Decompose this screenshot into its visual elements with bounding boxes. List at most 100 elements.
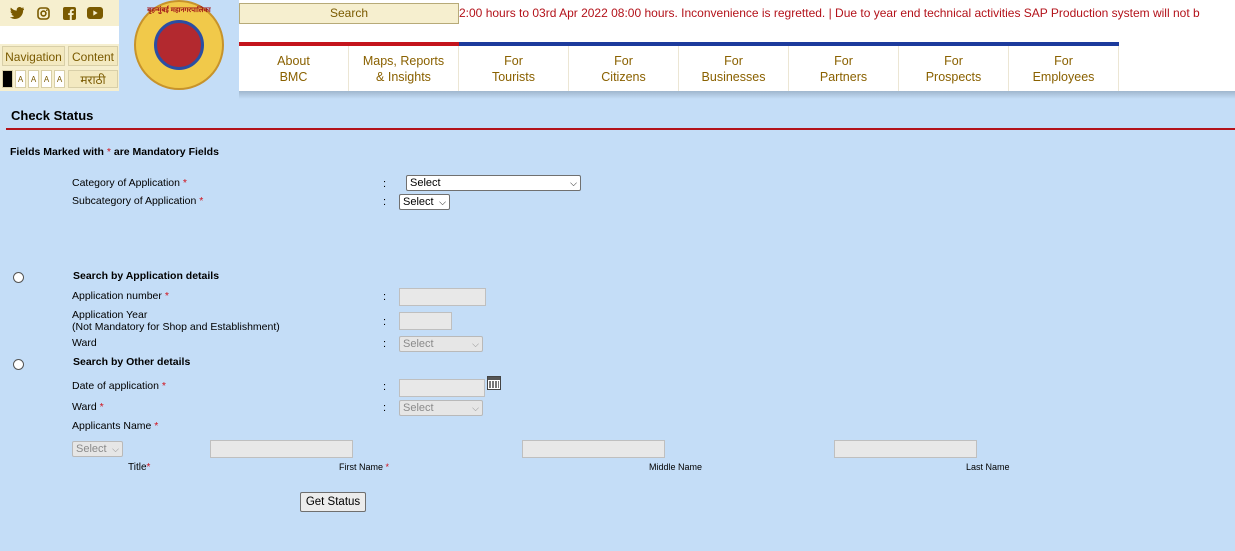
subcategory-select-value: Select bbox=[403, 196, 434, 208]
calendar-icon[interactable] bbox=[487, 376, 501, 390]
required-marker: * bbox=[182, 177, 187, 189]
required-marker: * bbox=[146, 462, 151, 473]
ward-select[interactable]: Select ⌵ bbox=[399, 336, 483, 352]
colon: : bbox=[383, 178, 387, 190]
category-select-value: Select bbox=[410, 177, 441, 189]
colon: : bbox=[383, 291, 387, 303]
last-name-label: Last Name bbox=[966, 462, 1010, 472]
news-ticker[interactable]: 2:00 hours to 03rd Apr 2022 08:00 hours.… bbox=[459, 0, 1235, 26]
facebook-icon[interactable] bbox=[61, 5, 77, 21]
ward-select-2-value: Select bbox=[403, 402, 434, 414]
main-menu: About BMC Maps, Reports & Insights For T… bbox=[239, 46, 1119, 91]
colon: : bbox=[383, 316, 387, 328]
font-size-controls: A A A A bbox=[2, 70, 65, 88]
required-marker: * bbox=[161, 380, 166, 392]
menu-item-partners[interactable]: For Partners bbox=[789, 46, 899, 91]
date-of-application-input[interactable] bbox=[399, 379, 485, 397]
menu-item-prospects[interactable]: For Prospects bbox=[899, 46, 1009, 91]
mandatory-note-text: Fields Marked with bbox=[10, 146, 104, 158]
middle-name-label: Middle Name bbox=[649, 462, 703, 472]
first-name-label: First Name * bbox=[339, 462, 389, 472]
category-select[interactable]: Select ⌵ bbox=[406, 175, 581, 191]
language-toggle-marathi[interactable]: मराठी bbox=[68, 70, 118, 88]
application-number-label: Application number * bbox=[72, 290, 169, 302]
other-section-heading: Search by Other details bbox=[73, 356, 191, 368]
subcategory-label-text: Subcategory of Application bbox=[72, 195, 197, 207]
application-year-input[interactable] bbox=[399, 312, 452, 330]
navigation-button[interactable]: Navigation bbox=[2, 46, 65, 66]
title-select-value: Select bbox=[76, 443, 107, 455]
menu-item-businesses[interactable]: For Businesses bbox=[679, 46, 789, 91]
logo-text: बृहन्मुंबई महानगरपालिका bbox=[147, 7, 211, 14]
title-divider bbox=[6, 128, 1235, 130]
chevron-down-icon: ⌵ bbox=[570, 178, 577, 188]
colon: : bbox=[383, 196, 387, 208]
page-title: Check Status bbox=[11, 108, 94, 123]
application-section-heading: Search by Application details bbox=[73, 270, 220, 282]
font-size-smallest[interactable]: A bbox=[15, 70, 26, 88]
required-marker: * bbox=[154, 420, 159, 432]
search-by-application-radio[interactable] bbox=[13, 272, 24, 283]
ward-select-2[interactable]: Select ⌵ bbox=[399, 400, 483, 416]
menu-item-tourists[interactable]: For Tourists bbox=[459, 46, 569, 91]
first-name-input[interactable] bbox=[210, 440, 353, 458]
twitter-icon[interactable] bbox=[9, 5, 25, 21]
search-by-other-radio[interactable] bbox=[13, 359, 24, 370]
title-label-text: Title bbox=[128, 462, 147, 473]
required-marker: * bbox=[106, 146, 111, 158]
menu-item-citizens[interactable]: For Citizens bbox=[569, 46, 679, 91]
colon: : bbox=[383, 381, 387, 393]
subcategory-label: Subcategory of Application * bbox=[72, 195, 203, 207]
colon: : bbox=[383, 338, 387, 350]
title-select[interactable]: Select ⌵ bbox=[72, 441, 123, 457]
bmc-logo[interactable]: बृहन्मुंबई महानगरपालिका bbox=[134, 0, 224, 90]
contrast-toggle[interactable] bbox=[2, 70, 13, 88]
middle-name-input[interactable] bbox=[522, 440, 665, 458]
social-links bbox=[0, 0, 119, 26]
logo-emblem-icon bbox=[154, 20, 204, 70]
colon: : bbox=[383, 402, 387, 414]
mandatory-note-tail: are Mandatory Fields bbox=[113, 146, 219, 158]
application-year-label-text: Application Year bbox=[72, 309, 148, 321]
menu-item-about-bmc[interactable]: About BMC bbox=[239, 46, 349, 91]
font-size-default[interactable]: A bbox=[41, 70, 52, 88]
instagram-icon[interactable] bbox=[35, 5, 51, 21]
accessibility-panel: Navigation Content A A A A मराठी bbox=[0, 44, 119, 91]
menu-item-maps-reports[interactable]: Maps, Reports & Insights bbox=[349, 46, 459, 91]
ward-label-2-text: Ward bbox=[72, 401, 97, 413]
ward-label: Ward bbox=[72, 337, 97, 349]
date-of-application-label: Date of application * bbox=[72, 380, 166, 392]
subcategory-select[interactable]: Select ⌵ bbox=[399, 194, 450, 210]
last-name-input[interactable] bbox=[834, 440, 977, 458]
required-marker: * bbox=[385, 462, 390, 472]
category-label-text: Category of Application bbox=[72, 177, 180, 189]
search-button[interactable]: Search bbox=[239, 3, 459, 24]
content-button[interactable]: Content bbox=[68, 46, 118, 66]
header-shadow bbox=[239, 91, 1235, 99]
mandatory-note: Fields Marked with * are Mandatory Field… bbox=[10, 146, 219, 158]
required-marker: * bbox=[164, 290, 169, 302]
required-marker: * bbox=[99, 401, 104, 413]
chevron-down-icon: ⌵ bbox=[472, 339, 479, 349]
get-status-button[interactable]: Get Status bbox=[300, 492, 366, 512]
category-label: Category of Application * bbox=[72, 177, 187, 189]
menu-item-employees[interactable]: For Employees bbox=[1009, 46, 1119, 91]
application-number-label-text: Application number bbox=[72, 290, 162, 302]
font-size-large[interactable]: A bbox=[54, 70, 65, 88]
font-size-small[interactable]: A bbox=[28, 70, 39, 88]
youtube-icon[interactable] bbox=[87, 5, 103, 21]
title-label: Title* bbox=[128, 462, 150, 473]
application-number-input[interactable] bbox=[399, 288, 486, 306]
chevron-down-icon: ⌵ bbox=[112, 444, 119, 454]
logo-area: बृहन्मुंबई महानगरपालिका bbox=[119, 0, 239, 91]
applicants-name-label: Applicants Name * bbox=[72, 420, 158, 432]
chevron-down-icon: ⌵ bbox=[439, 197, 446, 207]
chevron-down-icon: ⌵ bbox=[472, 403, 479, 413]
ward-select-value: Select bbox=[403, 338, 434, 350]
applicants-name-label-text: Applicants Name bbox=[72, 420, 152, 432]
date-of-application-label-text: Date of application bbox=[72, 380, 159, 392]
required-marker: * bbox=[199, 195, 204, 207]
application-year-label: Application Year (Not Mandatory for Shop… bbox=[72, 309, 280, 333]
ward-label-2: Ward * bbox=[72, 401, 104, 413]
first-name-label-text: First Name bbox=[339, 462, 384, 472]
